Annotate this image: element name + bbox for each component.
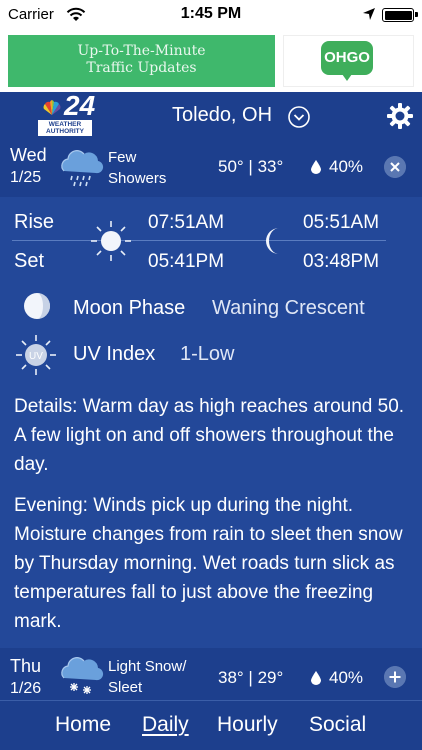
uv-index-value: 1-Low	[180, 343, 235, 365]
day-condition: Light Snow/ Sleet	[108, 658, 187, 696]
logo-text: WEATHER AUTHORITY	[38, 120, 92, 136]
sunset-time: 05:41PM	[148, 251, 225, 272]
raindrop-icon	[311, 160, 321, 174]
location-arrow-icon	[363, 8, 375, 20]
rain-cloud-icon	[61, 150, 104, 187]
gear-icon[interactable]	[386, 102, 414, 130]
tab-daily[interactable]: Daily	[142, 713, 189, 737]
day-precip-chance: 40%	[329, 157, 364, 176]
moon-phase-value: Waning Crescent	[212, 297, 365, 319]
moonset-time: 03:48PM	[303, 251, 380, 272]
uv-index-label: UV Index	[73, 343, 156, 365]
logo-number: 24	[64, 90, 96, 121]
day-temperatures: 38° | 29°	[218, 668, 284, 687]
raindrop-icon	[311, 671, 321, 685]
tab-hourly[interactable]: Hourly	[217, 713, 278, 737]
day-row-wed[interactable]: Wed 1/25 Few Showers 50° | 33° 40%	[0, 139, 422, 197]
snow-cloud-icon	[61, 657, 104, 694]
expand-button[interactable]	[384, 666, 406, 688]
uv-index-icon: UV	[16, 335, 56, 375]
ad-traffic-line2: Traffic Updates	[86, 60, 197, 76]
day-row-thu[interactable]: Thu 1/26 Light Snow/ Sleet 38° | 29° 40%	[0, 648, 422, 700]
battery-icon	[382, 8, 418, 22]
day-date: 1/25	[10, 169, 42, 186]
collapse-button[interactable]	[384, 156, 406, 178]
day-condition: Few Showers	[108, 149, 167, 187]
moon-crescent-icon	[266, 228, 279, 254]
day-name: Thu	[10, 656, 42, 676]
peacock-icon	[43, 100, 61, 115]
moon-phase-icon	[24, 293, 50, 319]
tab-bar: Home Daily Hourly Social	[0, 700, 422, 750]
tab-social[interactable]: Social	[309, 713, 366, 737]
chevron-down-icon[interactable]	[288, 106, 310, 128]
city-selector-label[interactable]: Toledo, OH	[172, 104, 272, 127]
uv-icon-text: UV	[29, 351, 43, 362]
set-label: Set	[14, 250, 45, 272]
ad-banner[interactable]: Up-To-The-Minute Traffic Updates OHGO	[0, 30, 422, 92]
day-date: 1/26	[10, 680, 42, 697]
divider	[12, 240, 386, 241]
status-time: 1:45 PM	[180, 5, 242, 22]
status-bar: Carrier 1:45 PM	[0, 0, 422, 30]
details-text: Details: Warm day as high reaches around…	[14, 396, 405, 475]
ohgo-logo: OHGO	[321, 41, 373, 75]
moonrise-time: 05:51AM	[303, 212, 380, 233]
sun-icon	[91, 221, 131, 261]
day-details-panel: Rise Set 07:51AM 05:41PM 05:51AM 03:48PM…	[0, 197, 422, 648]
moon-phase-label: Moon Phase	[73, 297, 186, 319]
app-header: 24 WEATHER AUTHORITY Toledo, OH	[0, 90, 422, 140]
day-temperatures: 50° | 33°	[218, 157, 284, 176]
day-precip-chance: 40%	[329, 668, 364, 687]
ad-traffic-panel[interactable]: Up-To-The-Minute Traffic Updates	[8, 35, 275, 87]
ad-brand-logo[interactable]: OHGO	[283, 35, 414, 87]
ad-traffic-line1: Up-To-The-Minute	[77, 43, 206, 59]
rise-label: Rise	[14, 211, 55, 233]
station-logo: 24 WEATHER AUTHORITY	[38, 90, 95, 136]
evening-text: Evening: Winds pick up during the night.…	[14, 495, 403, 632]
sunrise-time: 07:51AM	[148, 212, 225, 233]
day-name: Wed	[10, 145, 47, 165]
tab-home[interactable]: Home	[55, 713, 111, 737]
